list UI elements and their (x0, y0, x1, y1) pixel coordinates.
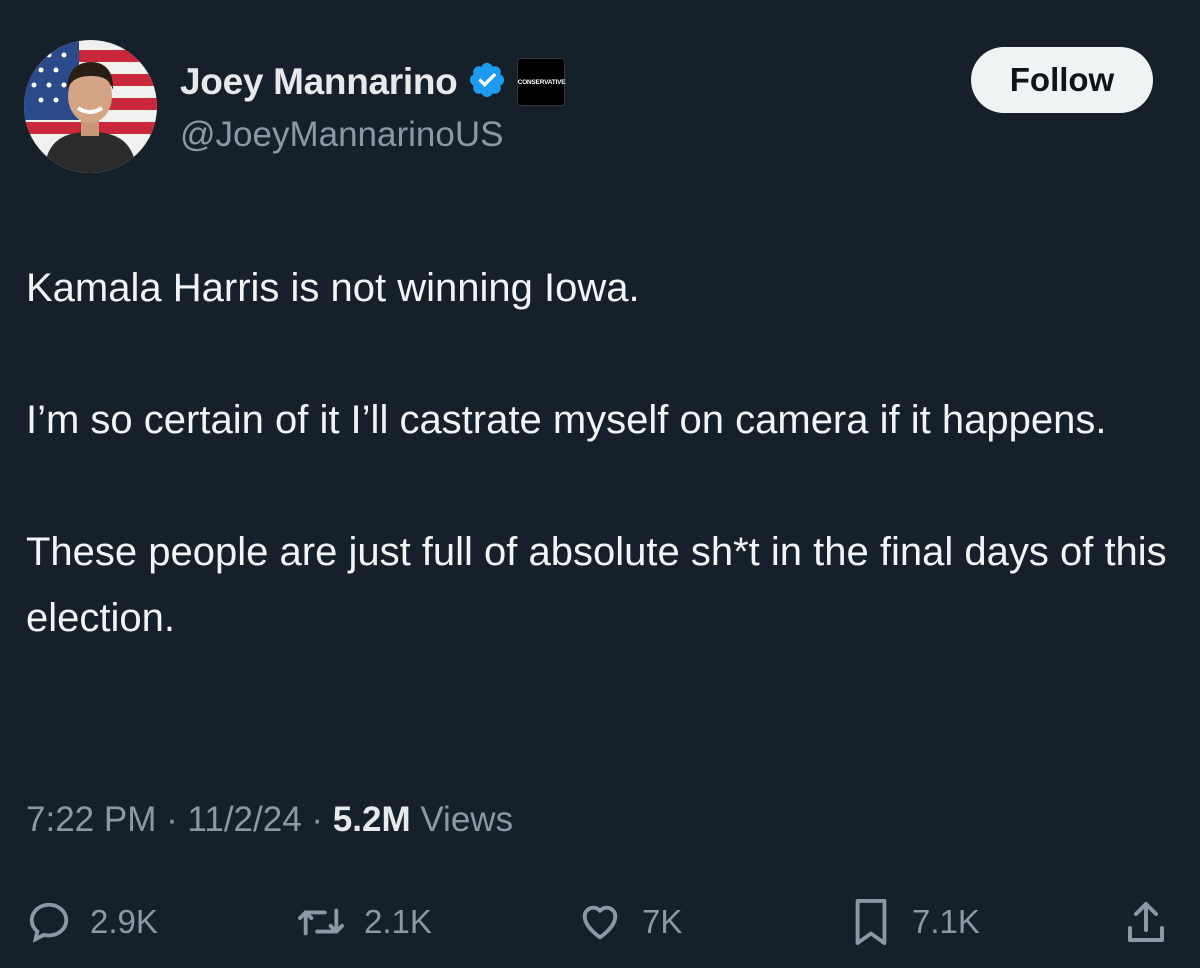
author-handle[interactable]: @JoeyMannarinoUS (180, 115, 503, 155)
author-name-row: Joey Mannarino CONSERVATIVE (180, 58, 566, 106)
meta-separator: · (311, 800, 324, 839)
repost-icon (296, 899, 346, 945)
repost-count: 2.1K (364, 903, 432, 940)
avatar[interactable] (24, 40, 157, 173)
author-display-name[interactable]: Joey Mannarino (180, 61, 458, 103)
meta-separator: · (166, 800, 178, 839)
reply-count: 2.9K (90, 903, 158, 940)
tweet-paragraph: Kamala Harris is not winning Iowa. (26, 266, 640, 310)
verified-badge-icon (467, 60, 507, 105)
bookmark-count: 7.1K (912, 903, 980, 940)
tweet-meta: 7:22 PM · 11/2/24 · 5.2M Views (26, 800, 513, 840)
repost-button[interactable]: 2.1K (296, 892, 432, 952)
like-button[interactable]: 7K (576, 892, 682, 952)
bookmark-icon (848, 897, 894, 947)
tweet-paragraph: I’m so certain of it I’ll castrate mysel… (26, 398, 1107, 442)
affiliate-badge[interactable]: CONSERVATIVE (517, 58, 566, 106)
tweet-time[interactable]: 7:22 PM (26, 800, 156, 840)
share-icon (1122, 898, 1170, 946)
views-label: Views (420, 800, 514, 839)
views-count[interactable]: 5.2M (333, 800, 411, 840)
heart-icon (576, 899, 624, 945)
reply-icon (26, 899, 72, 945)
reply-button[interactable]: 2.9K (26, 892, 158, 952)
action-bar: 2.9K 2.1K 7K 7.1K (0, 892, 1200, 952)
tweet-date[interactable]: 11/2/24 (187, 800, 301, 840)
share-button[interactable] (1122, 892, 1170, 952)
tweet-text: Kamala Harris is not winning Iowa. I’m s… (26, 255, 1186, 651)
tweet-paragraph: These people are just full of absolute s… (26, 530, 1167, 640)
avatar-image (24, 40, 157, 173)
like-count: 7K (642, 903, 683, 940)
follow-button[interactable]: Follow (971, 47, 1153, 113)
bookmark-button[interactable]: 7.1K (848, 892, 980, 952)
